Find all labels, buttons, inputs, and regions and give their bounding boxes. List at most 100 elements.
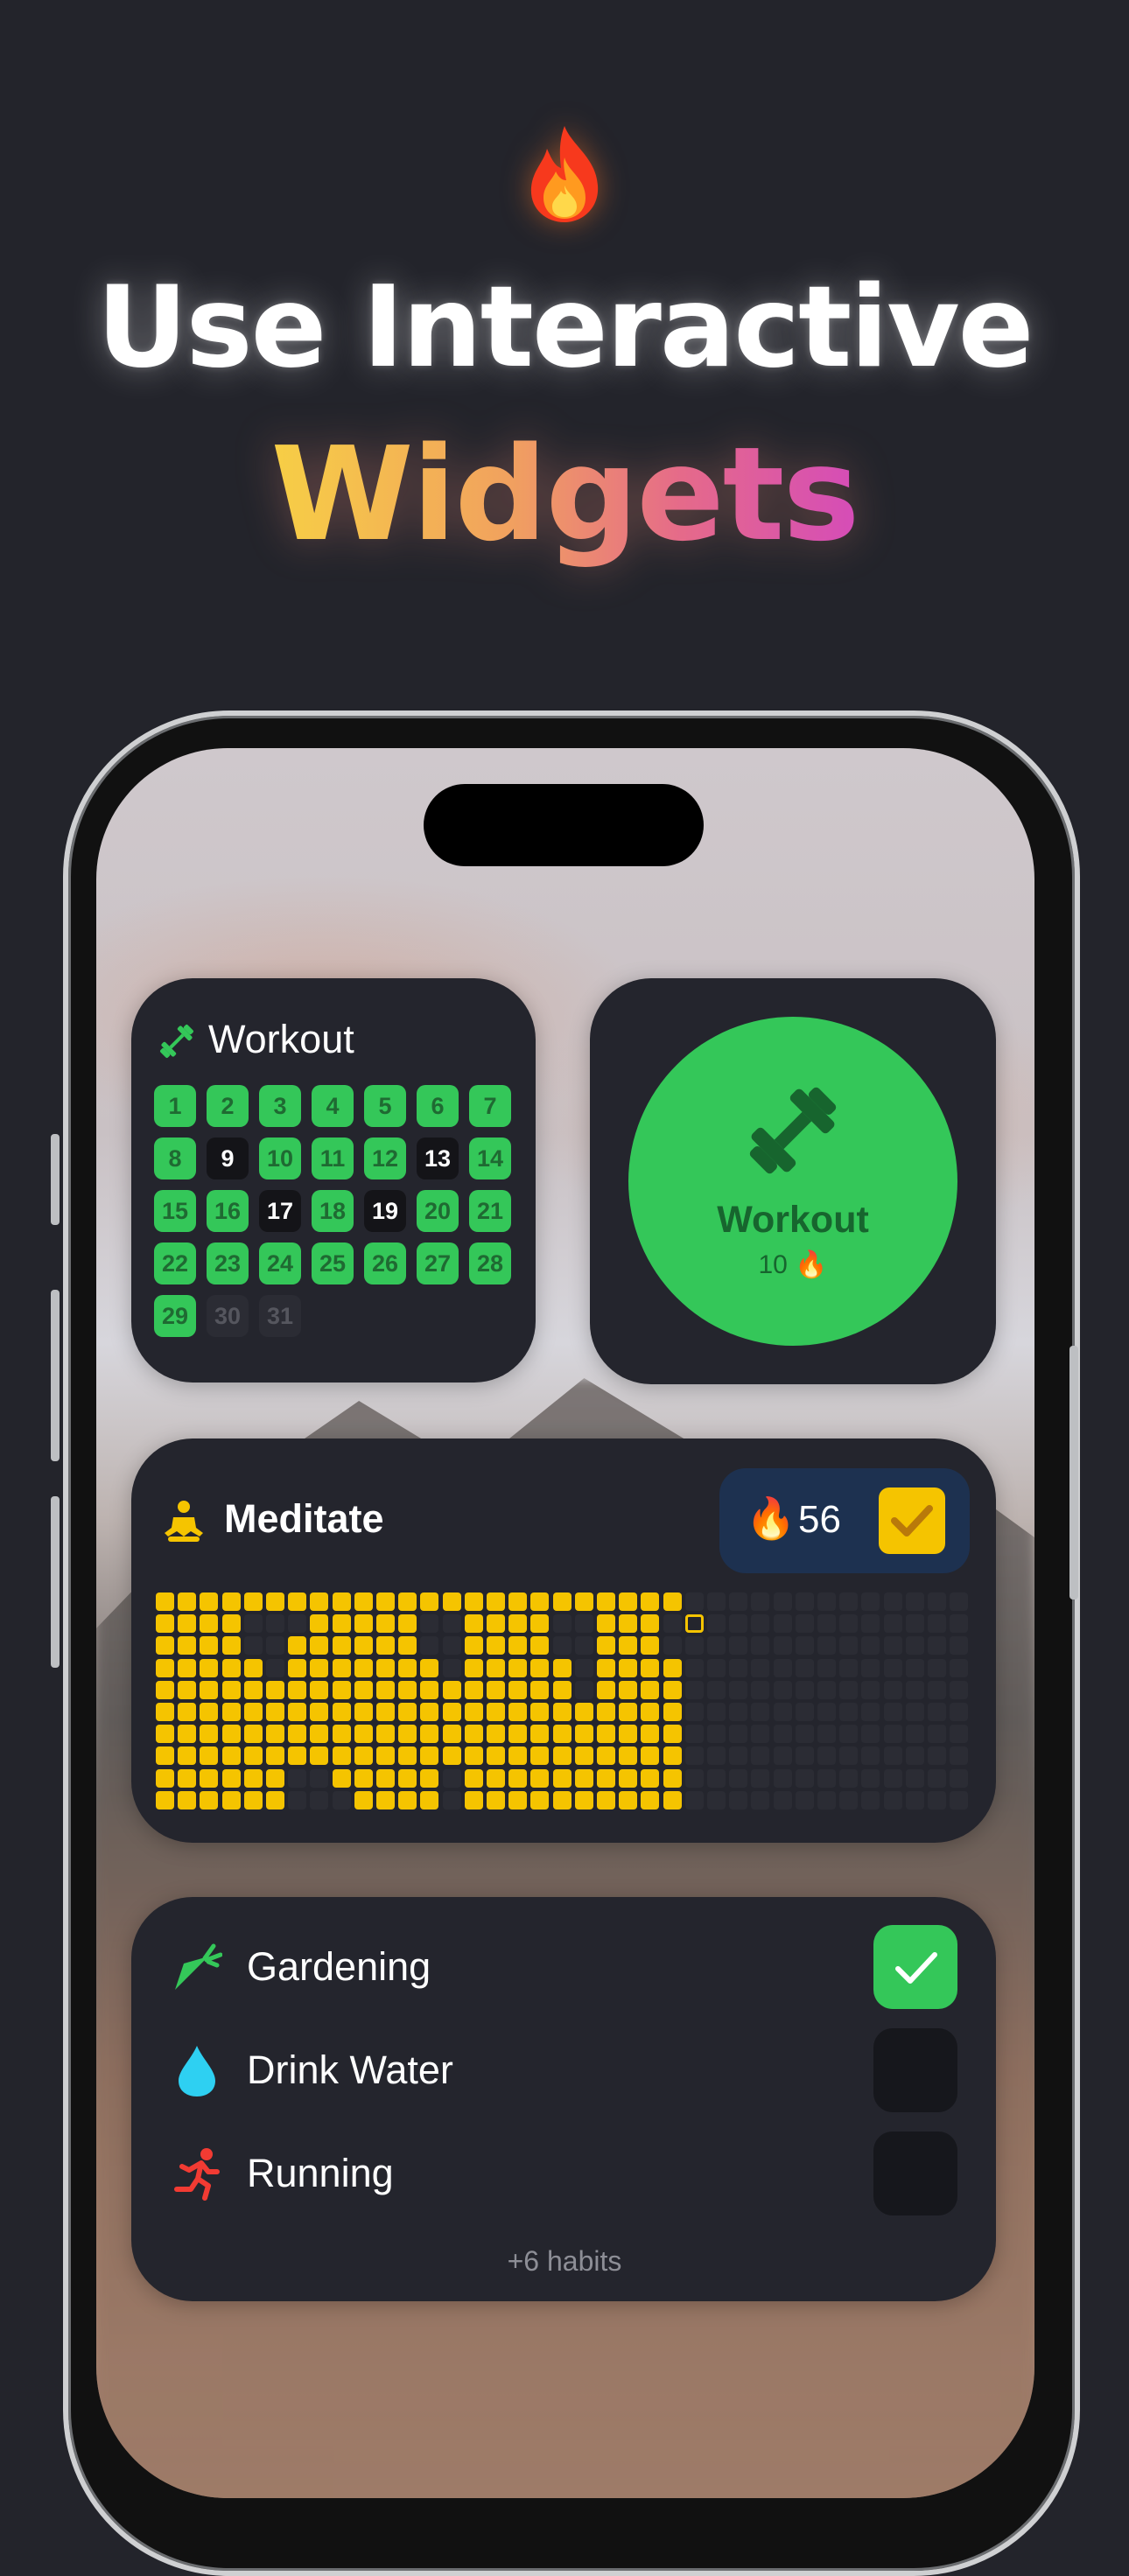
heatmap-cell bbox=[928, 1746, 946, 1766]
heatmap-cell bbox=[883, 1658, 902, 1677]
calendar-day-21: 21 bbox=[469, 1190, 511, 1232]
heatmap-cell bbox=[619, 1746, 638, 1766]
heatmap-cell bbox=[861, 1790, 880, 1810]
heatmap-cell bbox=[663, 1703, 682, 1721]
heatmap-cell bbox=[487, 1725, 505, 1744]
heatmap-cell bbox=[178, 1746, 197, 1766]
heatmap-cell bbox=[487, 1703, 505, 1721]
calendar-day-23: 23 bbox=[207, 1242, 249, 1284]
workout-streak-count: 10 🔥 bbox=[758, 1250, 828, 1279]
habit-checkbox-running[interactable] bbox=[873, 2132, 957, 2216]
heatmap-cell bbox=[552, 1592, 572, 1611]
heatmap-cell bbox=[200, 1768, 219, 1788]
heatmap-cell bbox=[266, 1592, 284, 1611]
heatmap-cell bbox=[950, 1768, 969, 1788]
heatmap-cell bbox=[773, 1725, 792, 1744]
heatmap-cell bbox=[464, 1768, 483, 1788]
heatmap-cell bbox=[243, 1658, 263, 1677]
heatmap-cell bbox=[221, 1636, 241, 1656]
heatmap-cell bbox=[950, 1658, 969, 1677]
heatmap-cell bbox=[839, 1703, 859, 1721]
heatmap-cell bbox=[310, 1768, 329, 1788]
streak-flame-icon: 🔥 bbox=[795, 1250, 828, 1279]
dynamic-island bbox=[424, 784, 704, 866]
heatmap-cell bbox=[288, 1636, 307, 1656]
heatmap-cell bbox=[266, 1703, 284, 1721]
heatmap-cell bbox=[221, 1790, 241, 1810]
workout-calendar-title: Workout bbox=[208, 1017, 354, 1061]
heatmap-cell bbox=[905, 1636, 924, 1656]
heatmap-cell bbox=[243, 1703, 263, 1721]
heatmap-cell bbox=[729, 1725, 748, 1744]
heatmap-cell bbox=[266, 1790, 284, 1810]
heatmap-cell bbox=[684, 1725, 704, 1744]
heatmap-cell bbox=[861, 1725, 880, 1744]
heatmap-cell bbox=[729, 1790, 748, 1810]
heatmap-cell bbox=[861, 1680, 880, 1699]
heatmap-cell bbox=[354, 1768, 373, 1788]
heatmap-cell bbox=[597, 1658, 615, 1677]
heatmap-cell bbox=[243, 1636, 263, 1656]
habit-label-gardening: Gardening bbox=[247, 1944, 431, 1989]
heatmap-cell bbox=[597, 1636, 615, 1656]
heatmap-cell bbox=[332, 1725, 351, 1744]
heatmap-cell bbox=[928, 1636, 946, 1656]
heatmap-cell bbox=[839, 1725, 859, 1744]
heatmap-cell bbox=[574, 1658, 593, 1677]
hero-title-line2: Widgets bbox=[270, 419, 859, 570]
heatmap-cell bbox=[773, 1680, 792, 1699]
meditate-check-button[interactable] bbox=[879, 1488, 945, 1554]
heatmap-cell bbox=[530, 1746, 550, 1766]
heatmap-cell bbox=[839, 1680, 859, 1699]
habit-checkbox-gardening[interactable] bbox=[873, 1925, 957, 2009]
heatmap-cell bbox=[332, 1636, 351, 1656]
heatmap-cell bbox=[574, 1703, 593, 1721]
calendar-day-1: 1 bbox=[154, 1085, 196, 1127]
heatmap-cell bbox=[398, 1768, 417, 1788]
calendar-day-13: 13 bbox=[417, 1138, 459, 1180]
heatmap-cell bbox=[376, 1658, 395, 1677]
heatmap-cell bbox=[861, 1703, 880, 1721]
calendar-day-8: 8 bbox=[154, 1138, 196, 1180]
heatmap-cell bbox=[751, 1614, 770, 1634]
heatmap-cell bbox=[839, 1658, 859, 1677]
heatmap-cell bbox=[597, 1725, 615, 1744]
habit-label-drink-water: Drink Water bbox=[247, 2048, 453, 2092]
heatmap-cell bbox=[773, 1703, 792, 1721]
heatmap-cell bbox=[905, 1680, 924, 1699]
heatmap-cell bbox=[861, 1614, 880, 1634]
heatmap-cell bbox=[795, 1790, 814, 1810]
calendar-day-4: 4 bbox=[312, 1085, 354, 1127]
heatmap-cell bbox=[663, 1768, 682, 1788]
heatmap-cell bbox=[707, 1614, 726, 1634]
heatmap-cell bbox=[883, 1768, 902, 1788]
heatmap-cell bbox=[332, 1790, 351, 1810]
heatmap-cell bbox=[243, 1725, 263, 1744]
heatmap-cell bbox=[376, 1592, 395, 1611]
heatmap-cell bbox=[663, 1725, 682, 1744]
heatmap-cell bbox=[178, 1768, 197, 1788]
calendar-day-27: 27 bbox=[417, 1242, 459, 1284]
heatmap-cell bbox=[883, 1703, 902, 1721]
heatmap-cell bbox=[707, 1746, 726, 1766]
heatmap-cell bbox=[354, 1592, 373, 1611]
heatmap-cell bbox=[200, 1746, 219, 1766]
heatmap-cell bbox=[817, 1636, 836, 1656]
heatmap-cell bbox=[574, 1725, 593, 1744]
heatmap-cell bbox=[487, 1768, 505, 1788]
heatmap-cell bbox=[310, 1680, 329, 1699]
heatmap-cell bbox=[420, 1636, 439, 1656]
heatmap-cell bbox=[839, 1636, 859, 1656]
heatmap-cell bbox=[508, 1746, 528, 1766]
heatmap-cell bbox=[420, 1658, 439, 1677]
habit-checkbox-drink-water[interactable] bbox=[873, 2028, 957, 2112]
heatmap-cell bbox=[266, 1636, 284, 1656]
heatmap-cell bbox=[597, 1746, 615, 1766]
heatmap-cell bbox=[641, 1658, 660, 1677]
heatmap-cell bbox=[861, 1636, 880, 1656]
heatmap-cell bbox=[243, 1614, 263, 1634]
heatmap-cell bbox=[200, 1592, 219, 1611]
calendar-day-2: 2 bbox=[207, 1085, 249, 1127]
heatmap-cell bbox=[376, 1680, 395, 1699]
heatmap-cell bbox=[751, 1725, 770, 1744]
